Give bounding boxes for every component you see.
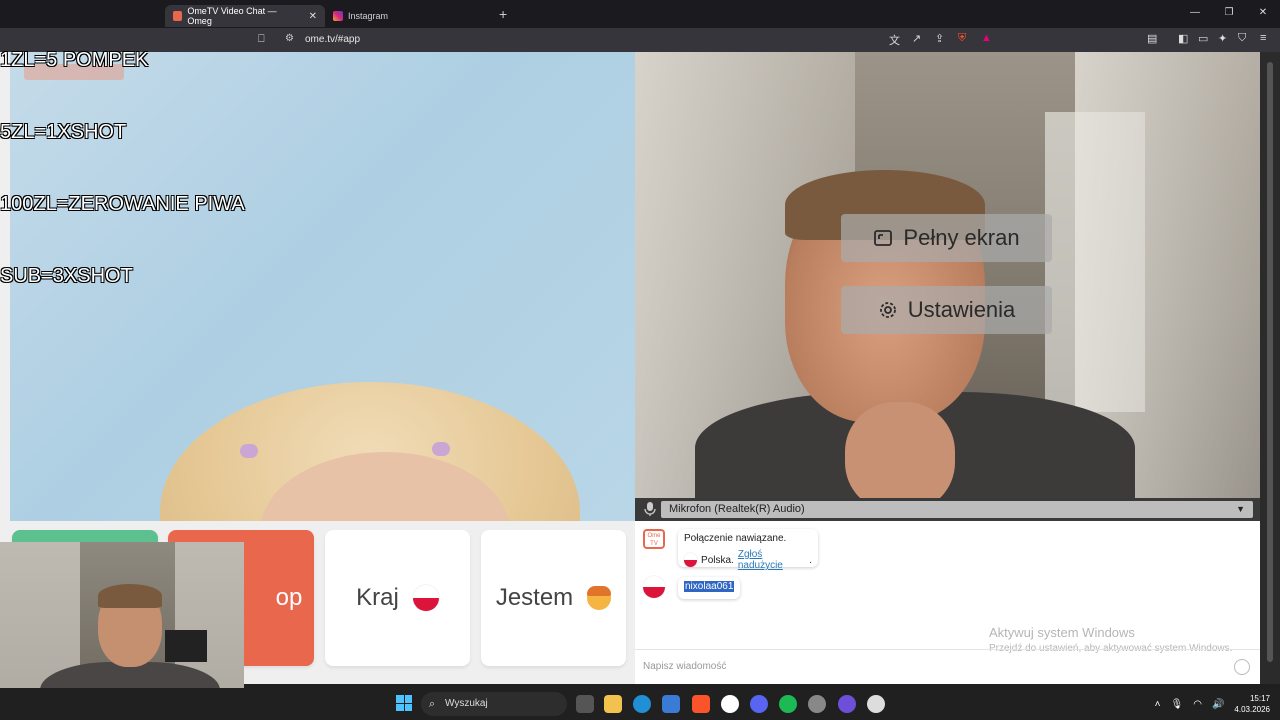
file-explorer-icon[interactable]	[604, 695, 622, 713]
stop-label: op	[275, 584, 303, 611]
partner-country: Polska.	[701, 554, 734, 566]
donation-line: SUB=3XSHOT	[0, 265, 133, 287]
system-message: Połączenie nawiązane. Polska. Zgłoś nadu…	[678, 529, 818, 571]
donation-line: 5ZL=1XSHOT	[0, 121, 127, 143]
activate-title: Aktywuj system Windows	[989, 625, 1135, 640]
person-hand	[845, 402, 955, 512]
app-icon[interactable]	[838, 695, 856, 713]
edge-icon[interactable]	[633, 695, 651, 713]
gear-icon	[879, 302, 896, 318]
cam-monitor	[165, 630, 207, 662]
wifi-icon[interactable]: ◠	[1193, 699, 1202, 710]
stream-donation-overlay: 1ZL=5 POMPEK 5ZL=1XSHOT 100ZL=ZEROWANIE …	[0, 0, 245, 312]
tab-instagram-label: Instagram	[348, 11, 389, 21]
microphone-select[interactable]: Mikrofon (Realtek(R) Audio) ▼	[661, 501, 1253, 518]
sidebar-icon[interactable]: ◧	[1178, 32, 1188, 45]
url-field[interactable]: ome.tv/#app	[305, 34, 360, 45]
chat-panel: Ome TV Połączenie nawiązane. Polska. Zgło…	[635, 521, 1260, 684]
taskbar-search[interactable]: ⌕ Wyszukaj	[421, 692, 567, 716]
brave-rewards-icon[interactable]: ▲	[981, 32, 992, 44]
fullscreen-button[interactable]: Pełny ekran	[841, 214, 1052, 262]
fullscreen-label: Pełny ekran	[903, 225, 1020, 250]
own-video: Pełny ekran Ustawienia	[635, 52, 1260, 521]
share-icon[interactable]: ⇪	[935, 32, 944, 45]
gender-button[interactable]: Jestem	[481, 530, 626, 666]
spotify-icon[interactable]	[779, 695, 797, 713]
donation-line: 100ZL=ZEROWANIE PIWA	[0, 193, 245, 215]
maximize-icon[interactable]: ❐	[1212, 0, 1246, 26]
window-controls: — ❐ ✕	[1178, 0, 1280, 26]
report-abuse-link[interactable]: Zgłoś nadużycie	[738, 549, 805, 571]
report-suffix: .	[809, 554, 812, 566]
message-input[interactable]: Napisz wiadomość	[635, 649, 1260, 684]
leo-ai-icon[interactable]: ✦	[1218, 32, 1227, 45]
partner-message-text[interactable]: nixolaa061	[684, 581, 735, 592]
bookmark-icon[interactable]: ⎕	[258, 33, 265, 46]
app-icon[interactable]	[721, 695, 739, 713]
search-icon: ⌕	[429, 698, 436, 710]
menu-icon[interactable]: ≡	[1260, 32, 1266, 44]
obs-icon[interactable]	[867, 695, 885, 713]
country-line: Polska. Zgłoś nadużycie.	[684, 549, 812, 571]
settings-label: Ustawienia	[907, 297, 1016, 322]
chevron-down-icon: ▼	[1236, 504, 1245, 514]
poland-flag-icon	[684, 553, 698, 567]
brave-shield-icon[interactable]: ⛨	[958, 32, 966, 45]
brave-icon[interactable]	[692, 695, 710, 713]
message-input-placeholder: Napisz wiadomość	[643, 661, 727, 672]
connected-text: Połączenie nawiązane.	[684, 533, 787, 544]
close-icon[interactable]: ✕	[309, 11, 317, 22]
chevron-up-icon[interactable]: ˄	[1155, 699, 1161, 710]
tab-instagram[interactable]: Instagram	[325, 5, 485, 27]
clock[interactable]: 15:17 4.03.2026	[1234, 693, 1270, 715]
page-scrollbar[interactable]	[1260, 52, 1280, 684]
microphone-icon	[644, 502, 656, 516]
taskbar-search-placeholder: Wyszukaj	[445, 698, 488, 709]
hair-clip	[240, 444, 258, 458]
microphone-select-value: Mikrofon (Realtek(R) Audio)	[669, 503, 805, 515]
gender-label: Jestem	[495, 584, 574, 611]
country-label: Kraj	[356, 584, 399, 611]
minimize-icon[interactable]: —	[1178, 0, 1212, 26]
clock-time: 15:17	[1249, 694, 1270, 703]
boy-emoji-icon	[587, 586, 612, 610]
clock-date: 4.03.2026	[1234, 705, 1270, 714]
site-info-icon[interactable]: ⚙	[285, 33, 294, 44]
window-close-icon[interactable]: ✕	[1246, 0, 1280, 26]
donation-line: 1ZL=5 POMPEK	[0, 49, 149, 71]
settings-button[interactable]: Ustawienia	[841, 286, 1052, 334]
scroll-thumb[interactable]	[1267, 62, 1273, 662]
open-external-icon[interactable]: ↗	[912, 32, 921, 45]
instagram-icon	[333, 11, 343, 21]
task-view-icon[interactable]	[576, 695, 594, 713]
microphone-bar: Mikrofon (Realtek(R) Audio) ▼	[635, 498, 1260, 521]
store-icon[interactable]	[662, 695, 680, 713]
partner-message: nixolaa061	[678, 577, 741, 599]
translate-icon[interactable]: 文	[889, 32, 900, 48]
microphone-tray-icon[interactable]: 🎙	[1171, 699, 1184, 710]
fullscreen-icon	[874, 230, 893, 246]
poland-flag-icon	[412, 585, 439, 611]
windows-start-icon[interactable]	[396, 695, 412, 711]
cam-person-hair	[98, 584, 162, 608]
windows-taskbar: ⌕ Wyszukaj ˄ 🎙 ◠ 🔊 15:17 4.03.2026	[0, 688, 1280, 720]
wallet-icon[interactable]: ▭	[1198, 32, 1208, 45]
steam-icon[interactable]	[808, 695, 826, 713]
hair-clip	[432, 442, 450, 456]
country-button[interactable]: Kraj	[325, 530, 470, 666]
system-tray: ˄ 🎙 ◠ 🔊 15:17 4.03.2026	[1155, 688, 1280, 720]
vpn-icon[interactable]: ⛉	[1238, 32, 1246, 45]
volume-icon[interactable]: 🔊	[1212, 699, 1224, 710]
emoji-icon[interactable]	[1234, 659, 1250, 675]
ometv-logo: Ome TV	[643, 529, 665, 549]
new-tab-button[interactable]: +	[499, 6, 507, 22]
poland-flag-icon	[643, 576, 665, 598]
reader-mode-icon[interactable]: ▤	[1147, 32, 1157, 45]
discord-icon[interactable]	[750, 695, 768, 713]
